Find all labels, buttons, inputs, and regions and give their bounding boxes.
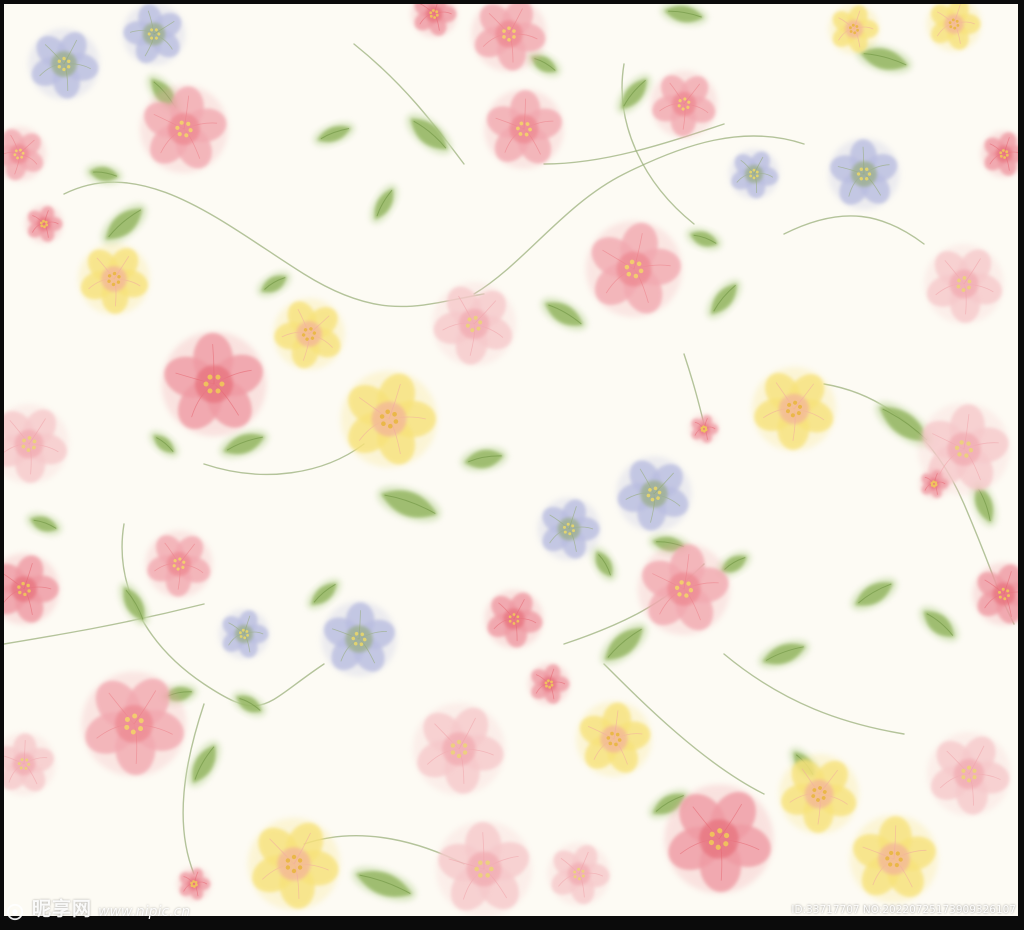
stem xyxy=(683,353,705,425)
flower xyxy=(616,456,692,532)
leaf xyxy=(600,622,648,666)
flower xyxy=(321,601,397,677)
flower xyxy=(849,814,939,904)
flower xyxy=(927,732,1011,816)
flower xyxy=(752,367,836,451)
flower xyxy=(484,89,564,169)
flowers-layer xyxy=(4,4,1018,916)
flower xyxy=(122,4,186,66)
flower xyxy=(247,817,341,911)
flower xyxy=(926,4,982,52)
leaf xyxy=(100,203,148,245)
leaf xyxy=(118,582,150,626)
flower xyxy=(410,4,458,38)
flower xyxy=(4,553,60,625)
flower xyxy=(484,589,544,649)
leaf xyxy=(540,297,588,331)
leaf xyxy=(351,866,417,902)
flower xyxy=(576,701,652,777)
flower xyxy=(432,282,516,366)
stem xyxy=(182,703,205,875)
flower xyxy=(585,220,683,318)
floral-pattern xyxy=(4,4,1018,916)
flower xyxy=(340,370,438,468)
leaf xyxy=(149,430,179,458)
flower xyxy=(28,28,100,100)
flower xyxy=(689,414,719,444)
leaf xyxy=(313,121,355,147)
watermark-id: ID:33717707 NO:20220725173909326107 xyxy=(791,904,1016,916)
leaf xyxy=(706,279,742,319)
flower xyxy=(728,148,780,200)
flower xyxy=(528,663,570,705)
flower xyxy=(4,126,47,182)
flower xyxy=(78,243,150,315)
stem xyxy=(783,215,925,245)
floral-pattern-canvas xyxy=(4,4,1018,916)
flower xyxy=(972,562,1018,626)
flower xyxy=(537,497,601,561)
flower xyxy=(25,205,63,243)
flower xyxy=(4,404,69,484)
flower xyxy=(980,130,1018,178)
stem xyxy=(723,653,905,735)
leaf xyxy=(460,446,508,472)
leaf xyxy=(85,163,123,185)
flower xyxy=(218,608,270,660)
flower xyxy=(145,530,213,598)
leaf xyxy=(25,512,63,536)
flower xyxy=(650,70,718,138)
flower xyxy=(828,138,900,210)
flower xyxy=(924,244,1004,324)
flower xyxy=(547,842,611,906)
leaf xyxy=(256,271,292,297)
flower xyxy=(273,298,345,370)
leaf xyxy=(850,577,898,611)
leaf xyxy=(370,184,398,224)
leaf xyxy=(660,4,708,26)
leaf xyxy=(758,639,810,669)
leaf xyxy=(405,113,453,155)
flower xyxy=(4,732,56,796)
flower xyxy=(412,702,506,796)
flower xyxy=(81,671,187,777)
flower xyxy=(435,820,533,916)
flower xyxy=(177,867,211,901)
leaf xyxy=(919,606,959,642)
flower xyxy=(779,754,859,834)
flower xyxy=(139,84,229,174)
leaf xyxy=(376,485,442,523)
leaf xyxy=(616,74,652,114)
flower xyxy=(664,784,774,894)
leaf xyxy=(685,227,723,251)
image-frame: 昵享网 www.nipic.cn ID:33717707 NO:20220725… xyxy=(0,0,1024,930)
